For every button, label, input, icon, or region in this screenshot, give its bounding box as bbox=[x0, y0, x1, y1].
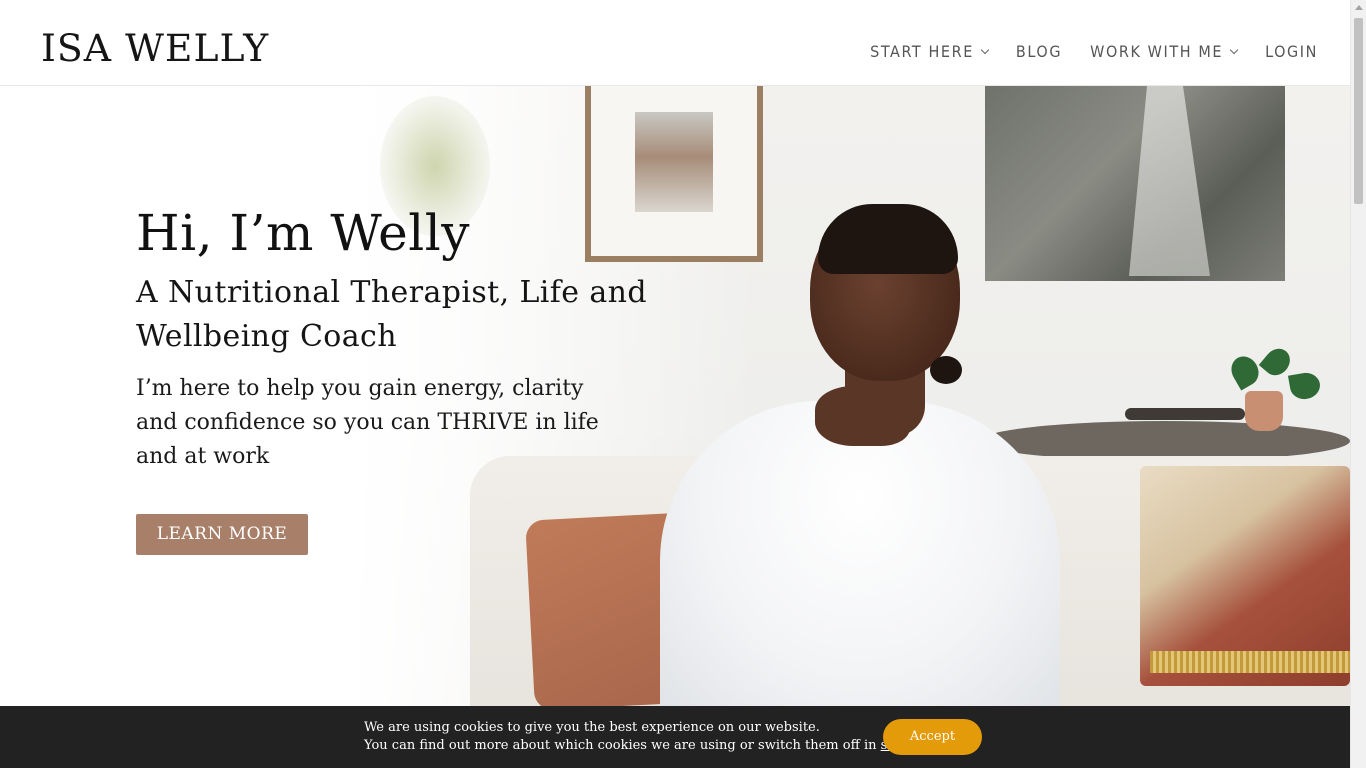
cookie-message-line2-text: You can find out more about which cookie… bbox=[364, 738, 881, 753]
chevron-down-icon bbox=[1229, 45, 1239, 54]
site-logo[interactable]: ISA WELLY bbox=[41, 30, 269, 67]
nav-item-label: START HERE bbox=[870, 42, 974, 61]
learn-more-button[interactable]: LEARN MORE bbox=[136, 514, 308, 556]
blanket-fringe bbox=[1150, 651, 1350, 673]
person-hand bbox=[815, 386, 910, 446]
hero-title: Hi, I’m Welly bbox=[136, 204, 470, 262]
plant-pot bbox=[1245, 391, 1283, 431]
nav-item-blog[interactable]: BLOG bbox=[1016, 42, 1062, 61]
scrollbar-thumb[interactable] bbox=[1354, 18, 1363, 204]
page: ISA WELLY START HERE BLOG WORK WITH ME L… bbox=[0, 0, 1366, 768]
person-hair bbox=[818, 204, 958, 274]
hero-subtitle: A Nutritional Therapist, Life and Wellbe… bbox=[136, 275, 647, 354]
person-shirt bbox=[660, 401, 1060, 706]
nav-item-login[interactable]: LOGIN bbox=[1265, 42, 1318, 61]
nav-item-start-here[interactable]: START HERE bbox=[870, 42, 990, 61]
main-nav: START HERE BLOG WORK WITH ME LOGIN bbox=[870, 42, 1318, 61]
person-hair-bun bbox=[930, 356, 962, 384]
nav-item-work-with-me[interactable]: WORK WITH ME bbox=[1090, 42, 1239, 61]
framed-photo bbox=[635, 112, 713, 212]
chevron-down-icon bbox=[980, 45, 990, 54]
hero-section: Hi, I’m Welly A Nutritional Therapist, L… bbox=[0, 86, 1350, 706]
scroll-up-arrow-icon[interactable] bbox=[1355, 5, 1363, 10]
hero-content: Hi, I’m Welly A Nutritional Therapist, L… bbox=[136, 204, 656, 556]
table bbox=[980, 421, 1350, 461]
hero-description: I’m here to help you gain energy, clarit… bbox=[136, 376, 599, 470]
nav-item-label: WORK WITH ME bbox=[1090, 42, 1224, 61]
nav-item-label: BLOG bbox=[1015, 42, 1063, 61]
cookie-bar: We are using cookies to give you the bes… bbox=[0, 706, 1350, 768]
cookie-message: We are using cookies to give you the bes… bbox=[364, 719, 937, 755]
accept-cookies-button[interactable]: Accept bbox=[883, 719, 982, 755]
site-header: ISA WELLY START HERE BLOG WORK WITH ME L… bbox=[0, 0, 1350, 86]
cookie-message-line1: We are using cookies to give you the bes… bbox=[364, 720, 820, 735]
chair bbox=[1125, 408, 1245, 420]
scrollbar[interactable] bbox=[1350, 0, 1366, 768]
cookie-message-line2: You can find out more about which cookie… bbox=[364, 737, 937, 755]
nav-item-label: LOGIN bbox=[1265, 42, 1318, 61]
